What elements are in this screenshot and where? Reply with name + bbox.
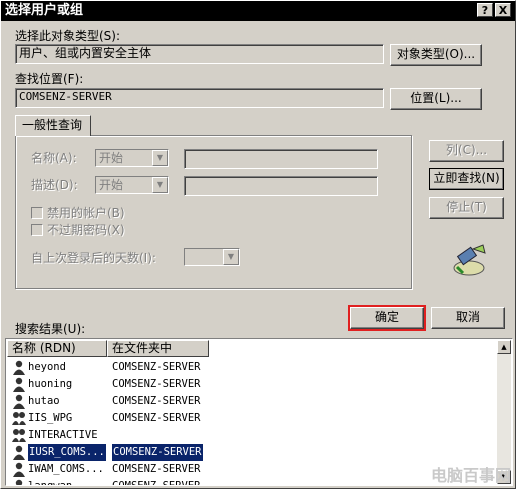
non-expiring-password-label: 不过期密码(X) [47, 223, 125, 237]
description-mode-select[interactable]: 开始 ▼ [95, 176, 169, 194]
row-name: huoning [28, 378, 73, 390]
non-expiring-password-checkbox[interactable] [31, 224, 43, 236]
scroll-up-icon[interactable]: ▲ [497, 340, 511, 354]
user-icon [13, 377, 25, 392]
stop-button[interactable]: 停止(T) [429, 197, 504, 219]
user-icon [13, 462, 25, 477]
table-row[interactable]: heyond COMSENZ-SERVER [8, 359, 508, 376]
location-field: COMSENZ-SERVER [15, 88, 384, 108]
table-row[interactable]: hutao COMSENZ-SERVER [8, 393, 508, 410]
search-flashlight-icon [453, 244, 486, 276]
table-row[interactable]: huoning COMSENZ-SERVER [8, 376, 508, 393]
row-folder: COMSENZ-SERVER [112, 361, 201, 373]
watermark-logo: 电脑百事网 [430, 466, 511, 485]
table-row[interactable]: INTERACTIVE [8, 427, 508, 444]
days-since-login-select[interactable]: ▼ [184, 248, 240, 266]
row-name: IUSR_COMS... [28, 444, 106, 461]
row-folder: COMSENZ-SERVER [112, 412, 201, 424]
disabled-accounts-label: 禁用的帐户(B) [47, 206, 125, 220]
row-name: IIS_WPG [28, 412, 73, 424]
columns-button[interactable]: 列(C)... [429, 140, 504, 162]
chevron-down-icon: ▼ [223, 249, 239, 265]
description-input[interactable] [184, 176, 378, 196]
disabled-accounts-checkbox[interactable] [31, 207, 43, 219]
chevron-down-icon: ▼ [152, 150, 168, 166]
search-results-label: 搜索结果(U): [15, 322, 86, 336]
description-mode-value: 开始 [99, 178, 124, 192]
cancel-button[interactable]: 取消 [431, 307, 505, 329]
object-type-field: 用户、组或内置安全主体 [15, 44, 384, 64]
location-label: 查找位置(F): [15, 72, 84, 86]
days-since-login-label: 自上次登录后的天数(I): [31, 251, 156, 265]
row-name: INTERACTIVE [28, 429, 98, 441]
row-folder: COMSENZ-SERVER [112, 395, 201, 407]
select-users-dialog: 选择用户或组 ? X 选择此对象类型(S): 用户、组或内置安全主体 对象类型(… [0, 0, 516, 489]
group-icon [12, 429, 26, 442]
row-folder: COMSENZ-SERVER [112, 463, 201, 475]
object-type-label: 选择此对象类型(S): [15, 29, 121, 43]
name-mode-select[interactable]: 开始 ▼ [95, 149, 169, 167]
close-button[interactable]: X [495, 3, 511, 17]
row-name: hutao [28, 395, 60, 407]
table-row[interactable]: IUSR_COMS... COMSENZ-SERVER [8, 444, 508, 461]
column-header-folder[interactable]: 在文件夹中 [107, 340, 209, 357]
locations-button[interactable]: 位置(L)... [390, 88, 482, 110]
group-icon [12, 412, 26, 425]
row-name: IWAM_COMS... [28, 463, 104, 475]
name-input[interactable] [184, 149, 378, 169]
column-header-name[interactable]: 名称 (RDN) [7, 340, 107, 357]
tab-common-queries[interactable]: 一般性查询 [15, 115, 91, 136]
window-title: 选择用户或组 [5, 3, 84, 18]
user-icon [13, 360, 25, 375]
name-mode-value: 开始 [99, 151, 124, 165]
help-button[interactable]: ? [477, 3, 493, 17]
title-bar: 选择用户或组 ? X [1, 1, 515, 21]
ok-button[interactable]: 确定 [348, 305, 426, 331]
chevron-down-icon: ▼ [152, 177, 168, 193]
row-folder: COMSENZ-SERVER [112, 444, 203, 461]
row-folder: COMSENZ-SERVER [112, 378, 201, 390]
object-types-button[interactable]: 对象类型(O)... [390, 44, 482, 66]
row-folder: COMSENZ-SERVER [112, 480, 201, 486]
table-row[interactable]: IIS_WPG COMSENZ-SERVER [8, 410, 508, 427]
user-icon [15, 479, 23, 485]
row-name: heyond [28, 361, 66, 373]
name-label: 名称(A): [31, 151, 77, 165]
find-now-button[interactable]: 立即查找(N) [429, 168, 504, 190]
description-label: 描述(D): [31, 178, 78, 192]
user-icon [13, 445, 25, 460]
row-name: langwan [28, 480, 73, 486]
user-icon [13, 394, 25, 409]
